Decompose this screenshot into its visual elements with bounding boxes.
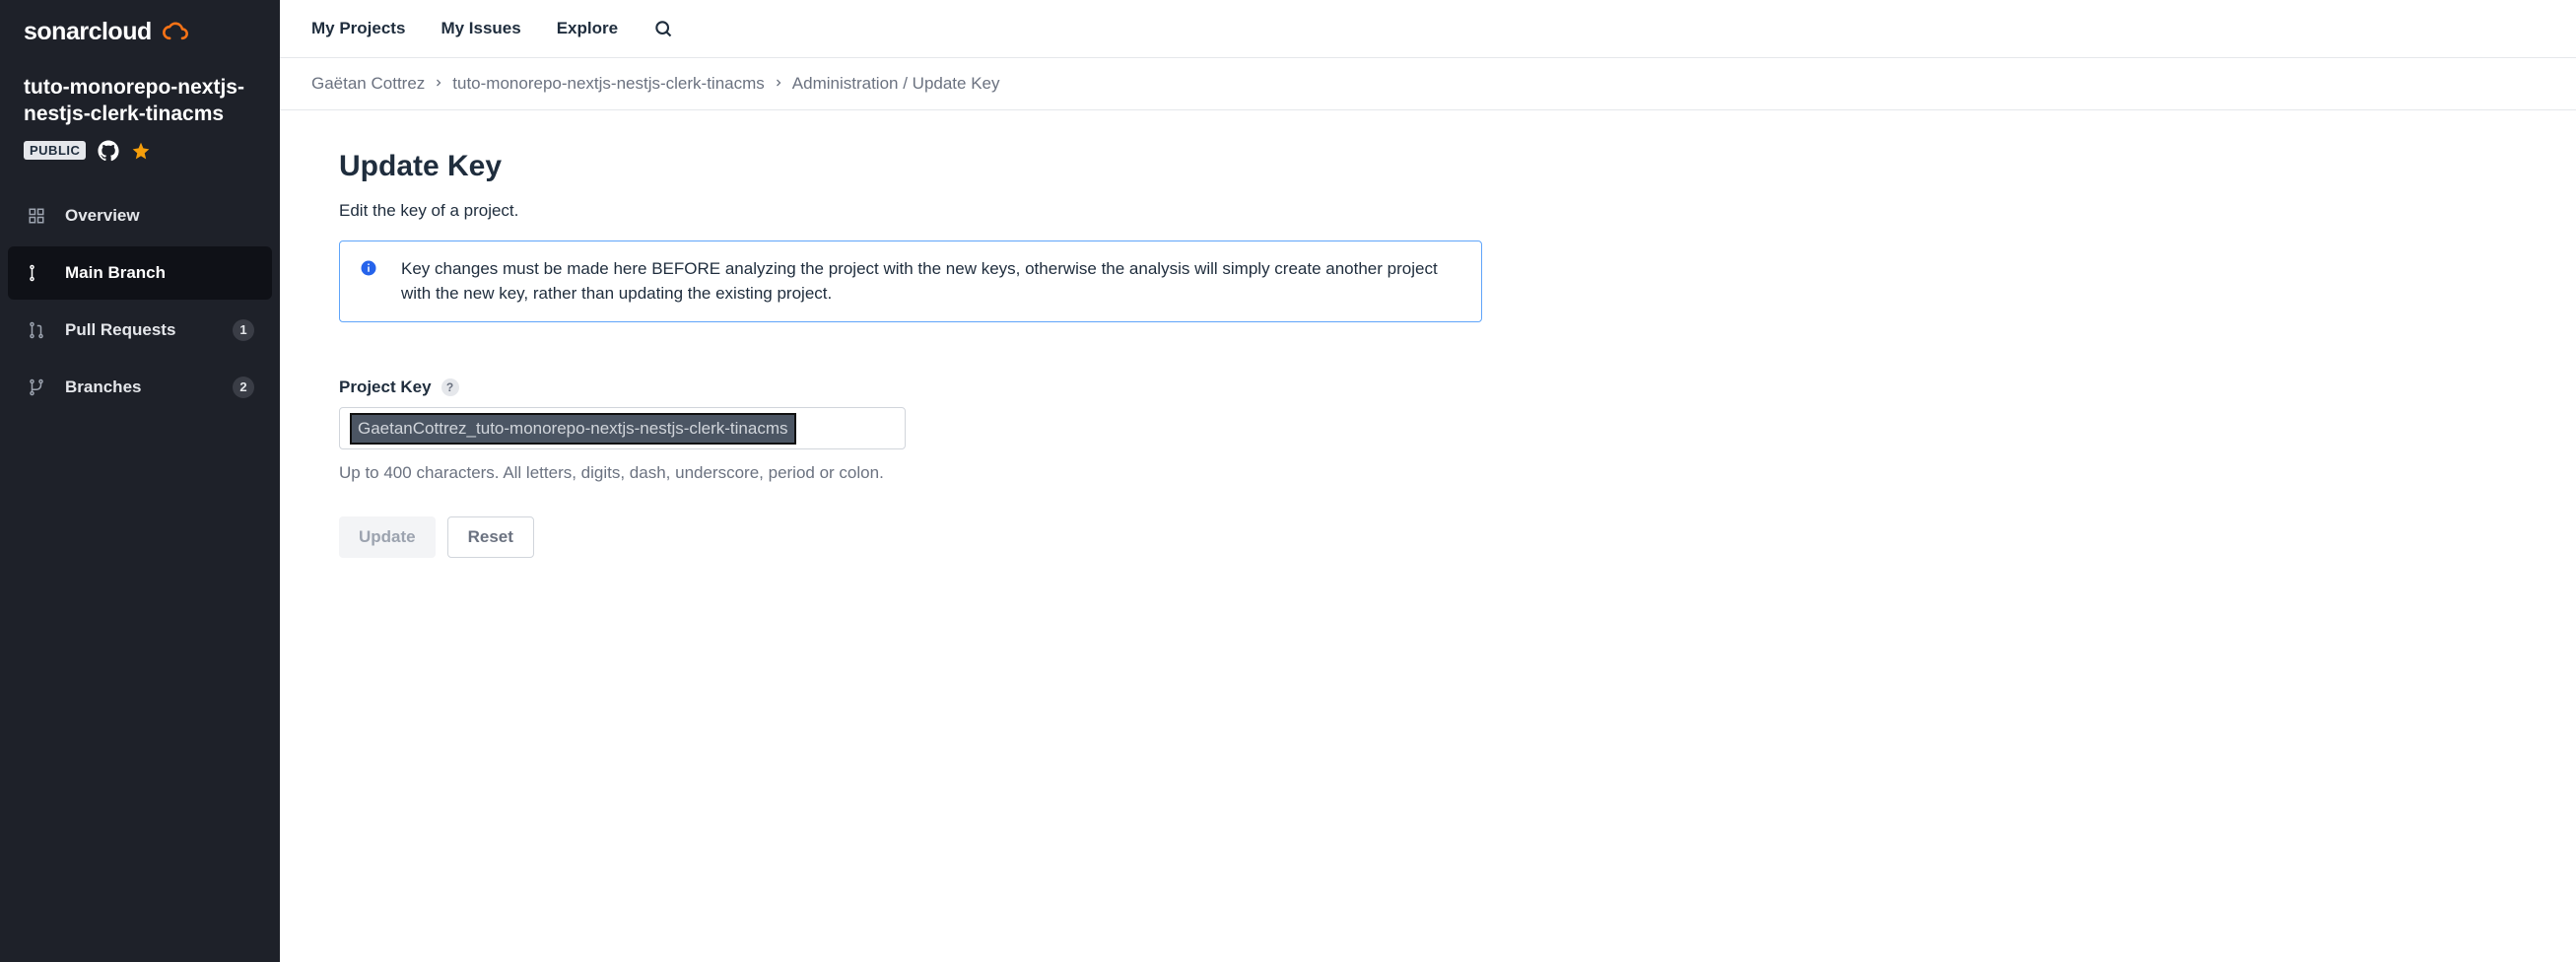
sidebar-item-main-branch[interactable]: Main Branch: [8, 246, 272, 300]
info-text: Key changes must be made here BEFORE ana…: [401, 257, 1461, 306]
sidebar-item-label: Pull Requests: [65, 320, 175, 340]
breadcrumb-page: Administration / Update Key: [792, 74, 1000, 94]
sidebar-item-overview[interactable]: Overview: [8, 189, 272, 242]
topbar: My Projects My Issues Explore: [280, 0, 2576, 58]
project-key-label: Project Key: [339, 378, 432, 397]
reset-button[interactable]: Reset: [447, 516, 534, 558]
sonarcloud-icon: [162, 19, 189, 46]
breadcrumb-org[interactable]: Gaëtan Cottrez: [311, 74, 425, 94]
project-key-input[interactable]: GaetanCottrez_tuto-monorepo-nextjs-nestj…: [339, 407, 906, 449]
page-title: Update Key: [339, 150, 1482, 183]
project-title: tuto-monorepo-nextjs-nestjs-clerk-tinacm…: [24, 74, 256, 128]
info-icon: [360, 259, 377, 282]
sidebar-item-pull-requests[interactable]: Pull Requests 1: [8, 304, 272, 357]
search-icon[interactable]: [653, 19, 673, 38]
info-alert: Key changes must be made here BEFORE ana…: [339, 240, 1482, 322]
main: My Projects My Issues Explore Gaëtan Cot…: [280, 0, 2576, 962]
branch-icon: [26, 262, 47, 284]
chevron-right-icon: [433, 74, 444, 94]
breadcrumb-project[interactable]: tuto-monorepo-nextjs-nestjs-clerk-tinacm…: [452, 74, 765, 94]
content: Update Key Edit the key of a project. Ke…: [280, 110, 1541, 597]
help-text: Up to 400 characters. All letters, digit…: [339, 463, 1482, 483]
logo-text: sonarcloud: [24, 18, 152, 46]
topnav-explore[interactable]: Explore: [557, 19, 618, 38]
sidebar-item-label: Overview: [65, 206, 140, 226]
topnav-my-projects[interactable]: My Projects: [311, 19, 405, 38]
star-icon[interactable]: [131, 141, 151, 161]
project-header: tuto-monorepo-nextjs-nestjs-clerk-tinacm…: [0, 64, 280, 181]
grid-icon: [26, 205, 47, 227]
branches-icon: [26, 377, 47, 398]
sidebar-item-label: Main Branch: [65, 263, 166, 283]
public-badge: PUBLIC: [24, 141, 86, 160]
count-badge: 2: [233, 377, 254, 398]
breadcrumb: Gaëtan Cottrez tuto-monorepo-nextjs-nest…: [280, 58, 2576, 110]
page-description: Edit the key of a project.: [339, 201, 1482, 221]
pull-request-icon: [26, 319, 47, 341]
logo[interactable]: sonarcloud: [0, 0, 280, 64]
help-icon[interactable]: ?: [441, 378, 459, 396]
github-icon[interactable]: [98, 140, 119, 162]
chevron-right-icon: [773, 74, 784, 94]
sidebar-item-label: Branches: [65, 378, 141, 397]
project-key-value: GaetanCottrez_tuto-monorepo-nextjs-nestj…: [350, 413, 796, 445]
sidebar-item-branches[interactable]: Branches 2: [8, 361, 272, 414]
count-badge: 1: [233, 319, 254, 341]
sidebar-nav: Overview Main Branch Pull Requests 1: [0, 181, 280, 426]
update-button[interactable]: Update: [339, 516, 436, 558]
sidebar: sonarcloud tuto-monorepo-nextjs-nestjs-c…: [0, 0, 280, 962]
topnav-my-issues[interactable]: My Issues: [441, 19, 520, 38]
